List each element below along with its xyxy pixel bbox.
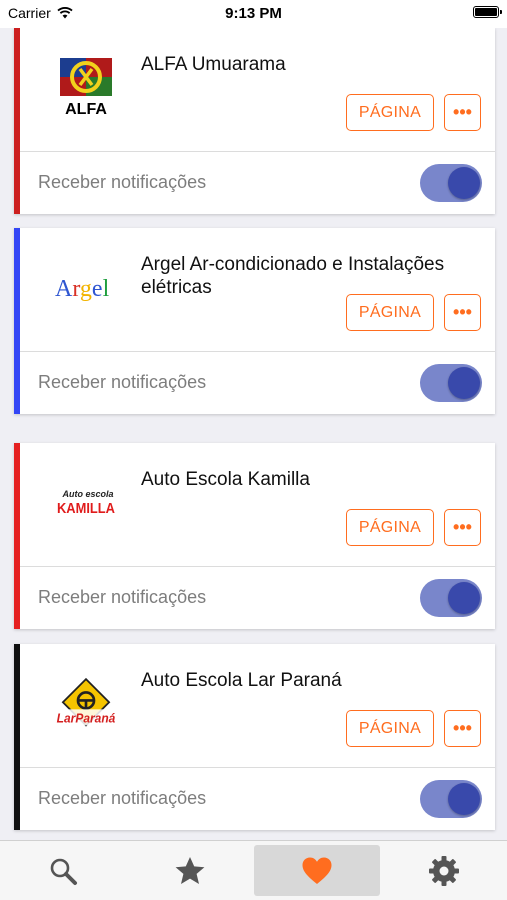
company-title: Argel Ar-condicionado e Instalações elét… [141,254,445,298]
battery-icon [473,6,502,18]
svg-text:LarParaná: LarParaná [57,712,116,726]
notification-row: Receber notificações [20,567,495,629]
svg-text:ALFA: ALFA [65,101,107,118]
svg-text:Argel: Argel [55,276,110,302]
more-button[interactable]: ••• [444,710,481,747]
notification-row: Receber notificações [20,768,495,830]
notification-row: Receber notificações [20,352,495,414]
card-header: Argel Argel Ar-condicionado e Instalaçõe… [20,228,495,352]
tab-settings[interactable] [381,845,507,896]
notification-toggle[interactable] [420,364,482,402]
notification-label: Receber notificações [38,587,207,607]
star-icon [175,856,205,884]
card-header: Auto escola KAMILLA Auto Escola Kamilla … [20,443,495,567]
status-time: 9:13 PM [225,5,282,22]
page-button[interactable]: PÁGINA [346,294,434,331]
tab-bar [0,840,507,900]
notification-label: Receber notificações [38,372,207,392]
company-title: Auto Escola Kamilla [141,469,310,490]
argel-logo-image: Argel [55,276,110,302]
tab-liked[interactable] [254,845,380,896]
company-title: ALFA Umuarama [141,54,286,75]
gear-icon [429,855,459,886]
notification-label: Receber notificações [38,172,207,192]
kamilla-logo-image: Auto escola KAMILLA [57,489,115,517]
company-logo[interactable]: LarParaná [54,672,118,736]
company-card: LarParaná Auto Escola Lar Paraná PÁGINA … [14,644,495,830]
more-button[interactable]: ••• [444,294,481,331]
tab-favorites-star[interactable] [127,845,253,896]
company-card: Auto escola KAMILLA Auto Escola Kamilla … [14,443,495,629]
more-button[interactable]: ••• [444,509,481,546]
notification-row: Receber notificações [20,152,495,214]
svg-text:KAMILLA: KAMILLA [57,500,115,517]
notification-label: Receber notificações [38,788,207,808]
favorites-list[interactable]: ALFA ALFA Umuarama PÁGINA ••• Receber no… [0,28,507,840]
card-header: LarParaná Auto Escola Lar Paraná PÁGINA … [20,644,495,768]
toggle-knob [448,367,480,399]
page-button[interactable]: PÁGINA [346,710,434,747]
more-button[interactable]: ••• [444,94,481,131]
company-card: ALFA ALFA Umuarama PÁGINA ••• Receber no… [14,28,495,214]
search-icon [50,858,77,885]
notification-toggle[interactable] [420,780,482,818]
card-header: ALFA ALFA Umuarama PÁGINA ••• [20,28,495,152]
company-logo[interactable]: Auto escola KAMILLA [54,471,118,535]
heart-icon [302,857,332,884]
lar-parana-logo-image: LarParaná [55,677,117,727]
toggle-knob [448,783,480,815]
alfa-logo-image: ALFA [60,58,112,118]
page-button[interactable]: PÁGINA [346,509,434,546]
page-button[interactable]: PÁGINA [346,94,434,131]
notification-toggle[interactable] [420,579,482,617]
battery-fill [475,8,497,16]
company-title: Auto Escola Lar Paraná [141,670,342,691]
status-bar: Carrier 9:13 PM [0,0,507,28]
svg-text:Auto escola: Auto escola [61,489,113,499]
toggle-knob [448,582,480,614]
company-logo[interactable]: Argel [54,256,118,320]
notification-toggle[interactable] [420,164,482,202]
company-logo[interactable]: ALFA [54,56,118,120]
tab-search[interactable] [0,845,126,896]
status-right [473,6,502,18]
toggle-knob [448,167,480,199]
company-card: Argel Argel Ar-condicionado e Instalaçõe… [14,228,495,414]
